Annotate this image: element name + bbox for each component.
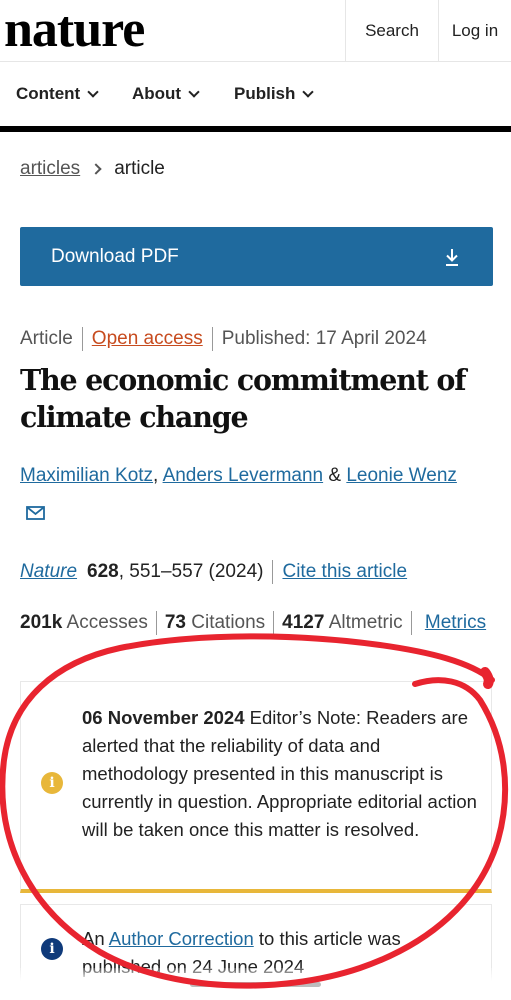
cite-this-article-link[interactable]: Cite this article [282,561,407,583]
author-link-kotz[interactable]: Maximilian Kotz [20,465,153,486]
citations-count: 73 [164,612,186,633]
chevron-down-icon [87,85,99,98]
editor-note-box: i 06 November 2024 Editor’s Note: Reader… [20,681,492,893]
info-icon: i [41,938,63,960]
nav-publish-label: Publish [234,84,296,103]
metrics-link[interactable]: Metrics [425,612,486,633]
author-and: & [323,465,347,486]
chevron-down-icon [302,85,315,98]
breadcrumb-articles-link[interactable]: articles [20,158,80,180]
editor-note-text: 06 November 2024 Editor’s Note: Readers … [82,704,482,844]
editor-note-date: 06 November 2024 [82,707,245,728]
author-correction-link[interactable]: Author Correction [109,928,254,949]
article-metrics: 201k Accesses 73 Citations 4127 Altmetric … [20,610,490,636]
chevron-down-icon [188,85,200,98]
altmetric-score: 4127 [282,612,325,633]
divider [211,327,213,351]
journal-volume: 628 [87,561,119,582]
nav-about-label: About [132,84,182,103]
author-list: Maximilian Kotz, Anders Levermann & Leon… [20,465,457,487]
citations-label: Citations [191,612,266,633]
author-link-levermann[interactable]: Anders Levermann [163,465,324,486]
home-indicator[interactable] [190,982,321,987]
journal-pages-year: , 551–557 (2024) [118,561,264,582]
info-icon: i [41,772,63,794]
accesses-label: Accesses [66,612,148,633]
article-meta: Article Open access Published: 17 April … [20,327,427,351]
divider [272,560,274,584]
search-button[interactable]: Search [345,0,438,61]
breadcrumb: articles article [20,158,165,180]
nav-divider [0,126,511,132]
accesses-count: 201k [20,612,63,633]
altmetric-label: Altmetric [328,612,403,633]
download-pdf-button[interactable]: Download PDF [20,227,493,286]
main-nav: Content About Publish [0,62,511,126]
nav-about-menu[interactable]: About [132,84,200,104]
download-icon [446,249,458,266]
correction-prefix: An [82,928,109,949]
download-pdf-label: Download PDF [51,245,179,267]
author-separator: , [153,465,163,486]
divider [81,327,83,351]
author-link-wenz[interactable]: Leonie Wenz [346,465,457,486]
nav-content-menu[interactable]: Content [16,84,99,104]
citation-line: Nature 628 , 551–557 (2024) Cite this ar… [20,560,407,584]
site-header: nature Search Log in [0,0,511,62]
nav-content-label: Content [16,84,81,103]
divider [155,610,157,635]
nature-logo[interactable]: nature [4,2,145,58]
mail-icon[interactable] [26,506,45,520]
open-access-link[interactable]: Open access [92,328,203,350]
published-date: Published: 17 April 2024 [221,328,427,349]
breadcrumb-current: article [114,158,165,179]
divider [273,610,275,635]
chevron-right-icon [90,163,102,175]
article-type: Article [20,328,73,349]
divider [410,610,412,635]
nav-publish-menu[interactable]: Publish [234,84,315,104]
login-button[interactable]: Log in [438,0,511,61]
article-title: The economic commitment of climate chang… [20,363,467,434]
journal-link[interactable]: Nature [20,561,77,583]
